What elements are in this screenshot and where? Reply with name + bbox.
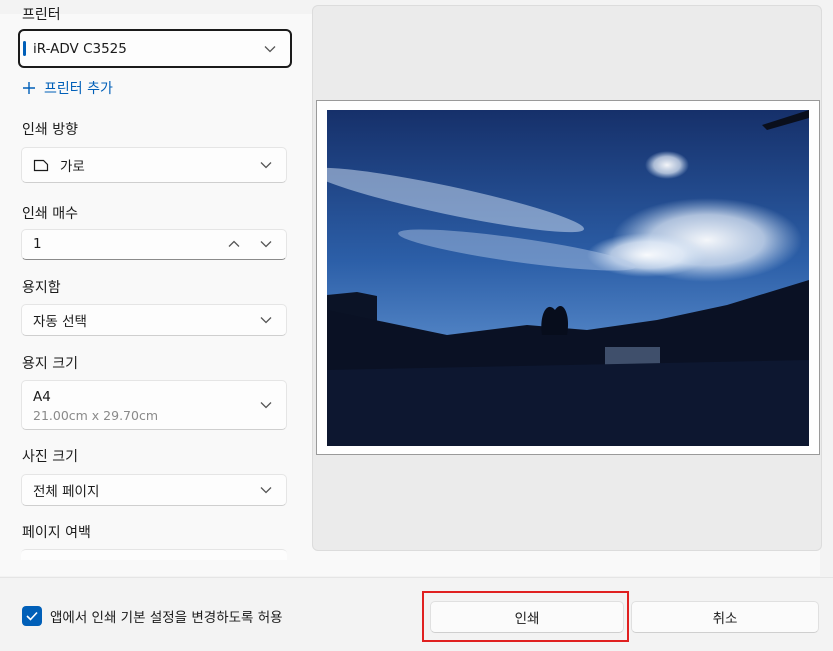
add-printer-label: 프린터 추가: [44, 81, 113, 97]
checkbox-label: 앱에서 인쇄 기본 설정을 변경하도록 허용: [50, 610, 283, 626]
chevron-down-icon: [260, 487, 272, 494]
focus-accent: [23, 41, 26, 56]
preview-photo: [327, 110, 809, 446]
chevron-up-icon[interactable]: [228, 240, 240, 248]
chevron-down-icon: [260, 317, 272, 324]
orientation-dropdown[interactable]: 가로: [21, 147, 287, 183]
orientation-value: 가로: [60, 159, 85, 175]
printer-label: 프린터: [22, 7, 61, 23]
paper-tray-value: 자동 선택: [33, 314, 87, 330]
paper-size-label: 용지 크기: [22, 356, 78, 372]
copies-label: 인쇄 매수: [22, 206, 78, 222]
add-printer-link[interactable]: 프린터 추가: [22, 78, 113, 98]
copies-value: 1: [33, 236, 42, 252]
chevron-down-icon: [260, 402, 272, 409]
orientation-label: 인쇄 방향: [22, 122, 78, 138]
page-orientation-icon: [33, 159, 49, 172]
print-dialog: 프린터 iR-ADV C3525 프린터 추가 인쇄 방향 가로 인쇄 매수 1…: [0, 0, 833, 651]
copies-stepper[interactable]: 1: [21, 229, 287, 260]
cancel-button[interactable]: 취소: [631, 601, 819, 633]
printer-value: iR-ADV C3525: [33, 40, 127, 57]
checkbox-checked-icon[interactable]: [22, 606, 42, 626]
margins-label: 페이지 여백: [22, 525, 91, 541]
paper-tray-label: 용지함: [22, 280, 61, 296]
plus-icon: [23, 82, 35, 94]
chevron-down-icon: [264, 45, 276, 52]
paper-size-value: A4: [33, 389, 51, 405]
photo-size-dropdown[interactable]: 전체 페이지: [21, 474, 287, 506]
allow-app-preferences-checkbox[interactable]: 앱에서 인쇄 기본 설정을 변경하도록 허용: [22, 606, 283, 626]
photo-size-value: 전체 페이지: [33, 484, 100, 500]
preview-page: [316, 100, 820, 455]
printer-dropdown[interactable]: iR-ADV C3525: [18, 29, 292, 68]
photo-size-label: 사진 크기: [22, 449, 78, 465]
paper-tray-dropdown[interactable]: 자동 선택: [21, 304, 287, 336]
paper-size-dropdown[interactable]: A4 21.00cm x 29.70cm: [21, 380, 287, 430]
print-button[interactable]: 인쇄: [430, 601, 624, 633]
margins-dropdown[interactable]: [21, 549, 287, 560]
chevron-down-icon[interactable]: [260, 240, 272, 248]
chevron-down-icon: [260, 162, 272, 169]
paper-size-dimensions: 21.00cm x 29.70cm: [33, 408, 159, 423]
